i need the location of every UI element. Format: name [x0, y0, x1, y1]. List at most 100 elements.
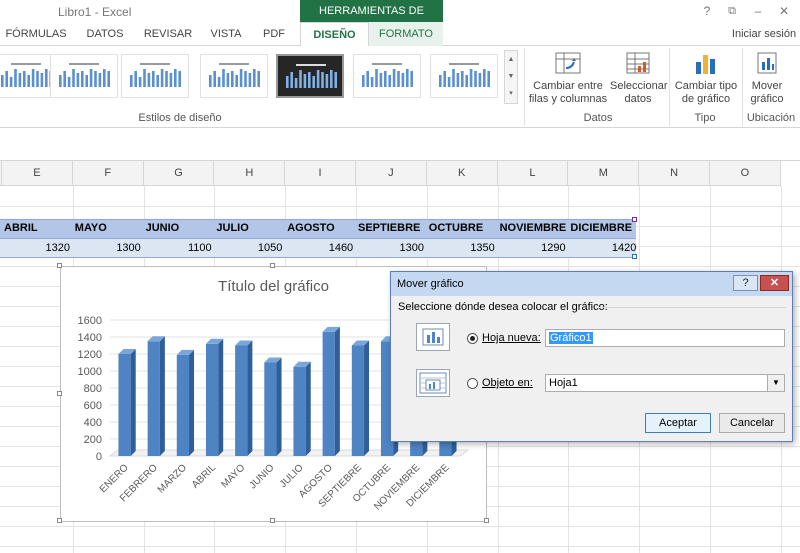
- change-chart-type-button[interactable]: Cambiar tipo de gráfico: [672, 50, 740, 106]
- month-cell[interactable]: OCTUBRE: [429, 222, 483, 234]
- row-gridline: [0, 546, 800, 547]
- value-cell[interactable]: 1300: [81, 242, 140, 254]
- tab-pdf[interactable]: PDF: [256, 22, 292, 46]
- bar-febrero[interactable]: [147, 336, 165, 456]
- column-header-o[interactable]: O: [710, 161, 781, 186]
- value-cell[interactable]: 1460: [293, 242, 353, 254]
- x-tick-label: JUNIO: [248, 462, 277, 491]
- ribbon-separator: [669, 48, 670, 126]
- chart-resize-handle[interactable]: [57, 263, 62, 268]
- chart-resize-handle[interactable]: [484, 518, 489, 523]
- month-cell[interactable]: SEPTIEBRE: [358, 222, 420, 234]
- new-sheet-label[interactable]: Hoja nueva:: [482, 332, 541, 344]
- datos-group-label: Datos: [583, 112, 613, 124]
- month-cell[interactable]: AGOSTO: [287, 222, 334, 234]
- bar-julio[interactable]: [293, 361, 311, 456]
- object-in-radio[interactable]: [467, 378, 478, 389]
- bar-mayo[interactable]: [235, 340, 253, 457]
- close-window-button[interactable]: ✕: [774, 3, 794, 19]
- dialog-help-button[interactable]: ?: [733, 275, 758, 291]
- ribbon-separator: [524, 48, 525, 126]
- bar-abril[interactable]: [205, 338, 224, 456]
- chart-style-thumbnail[interactable]: [276, 54, 344, 98]
- column-header-l[interactable]: L: [497, 161, 569, 186]
- range-handle[interactable]: [632, 217, 637, 222]
- chart-resize-handle[interactable]: [57, 391, 62, 396]
- column-header-k[interactable]: K: [426, 161, 498, 186]
- dialog-close-button[interactable]: ✕: [760, 275, 789, 291]
- select-data-button[interactable]: Seleccionar datos: [610, 50, 667, 106]
- y-tick-label: 1600: [78, 315, 102, 327]
- x-tick-label: MAYO: [219, 462, 247, 490]
- object-sheet-select[interactable]: Hoja1: [545, 374, 785, 392]
- chart-tools-context-header: HERRAMIENTAS DE GRÁFICOS: [300, 0, 443, 39]
- tab-vista[interactable]: VISTA: [204, 22, 248, 46]
- y-tick-label: 1000: [78, 366, 102, 378]
- column-header-f[interactable]: F: [72, 161, 144, 186]
- month-cell[interactable]: JULIO: [216, 222, 248, 234]
- object-in-label[interactable]: Objeto en:: [482, 377, 533, 389]
- bar-junio[interactable]: [264, 357, 282, 457]
- sign-in-link[interactable]: Iniciar sesión: [728, 22, 800, 46]
- tab-formato[interactable]: FORMATO: [369, 22, 443, 46]
- month-cell[interactable]: NOVIEMBRE: [500, 222, 567, 234]
- value-cell[interactable]: 1050: [222, 242, 282, 254]
- column-header-h[interactable]: H: [214, 161, 286, 186]
- chart-style-thumbnail[interactable]: [353, 54, 421, 98]
- minimize-button[interactable]: –: [748, 3, 768, 19]
- value-cell[interactable]: 1320: [10, 242, 70, 254]
- cancel-button[interactable]: Cancelar: [719, 413, 785, 433]
- restore-ribbon-button[interactable]: ⧉: [722, 3, 742, 19]
- accept-button[interactable]: Aceptar: [645, 413, 711, 433]
- tab-formulas[interactable]: FÓRMULAS: [4, 22, 68, 46]
- switch-row-column-icon: [554, 50, 582, 76]
- row-gridline: [0, 526, 800, 527]
- month-cell[interactable]: MAYO: [75, 222, 107, 234]
- column-header-g[interactable]: G: [143, 161, 215, 186]
- column-header-i[interactable]: I: [285, 161, 356, 186]
- value-cell[interactable]: 1300: [364, 242, 424, 254]
- month-cell[interactable]: JUNIO: [146, 222, 180, 234]
- row-gridline: [0, 206, 800, 207]
- move-chart-button[interactable]: Mover gráfico: [745, 50, 789, 106]
- column-header-j[interactable]: J: [356, 161, 427, 186]
- x-tick-label: ABRIL: [190, 462, 219, 491]
- help-button[interactable]: ?: [697, 3, 717, 19]
- chart-resize-handle[interactable]: [270, 263, 275, 268]
- column-header-n[interactable]: N: [639, 161, 710, 186]
- x-tick-label: MARZO: [156, 462, 189, 495]
- month-cell[interactable]: ABRIL: [4, 222, 38, 234]
- new-sheet-radio[interactable]: [467, 333, 478, 344]
- bar-septiebre[interactable]: [351, 340, 370, 457]
- gallery-scroll[interactable]: ▲ ▼ ▾: [504, 50, 518, 104]
- chart-resize-handle[interactable]: [57, 518, 62, 523]
- chart-style-thumbnail[interactable]: [50, 54, 118, 98]
- dialog-prompt: Seleccione dónde desea colocar el gráfic…: [398, 301, 608, 313]
- chart-resize-handle[interactable]: [270, 518, 275, 523]
- y-tick-label: 600: [84, 400, 102, 412]
- chart-style-thumbnail[interactable]: [121, 54, 189, 98]
- value-cell[interactable]: 1290: [506, 242, 565, 254]
- move-chart-icon: [753, 50, 781, 76]
- value-cell[interactable]: 1420: [576, 242, 636, 254]
- month-cell[interactable]: DICIEMBRE: [570, 222, 632, 234]
- new-sheet-name-input[interactable]: Gráfico1: [545, 329, 785, 347]
- column-header-m[interactable]: M: [568, 161, 640, 186]
- tab-datos[interactable]: DATOS: [78, 22, 132, 46]
- dialog-divider: [598, 307, 786, 308]
- embedded-object-icon: [416, 369, 450, 397]
- range-handle[interactable]: [632, 254, 637, 259]
- chevron-down-icon[interactable]: ▼: [767, 375, 784, 391]
- chart-style-thumbnail[interactable]: [430, 54, 498, 98]
- value-cell[interactable]: 1350: [435, 242, 494, 254]
- bar-marzo[interactable]: [176, 349, 195, 456]
- chart-style-thumbnail[interactable]: [200, 54, 268, 98]
- bar-enero[interactable]: [118, 349, 136, 456]
- column-header-e[interactable]: E: [2, 161, 73, 186]
- tab-revisar[interactable]: REVISAR: [140, 22, 196, 46]
- bar-agosto[interactable]: [322, 326, 340, 456]
- tab-diseno[interactable]: DISEÑO: [300, 22, 369, 47]
- select-data-icon: [624, 50, 652, 76]
- switch-row-column-button[interactable]: Cambiar entre filas y columnas: [527, 50, 609, 106]
- value-cell[interactable]: 1100: [152, 242, 212, 254]
